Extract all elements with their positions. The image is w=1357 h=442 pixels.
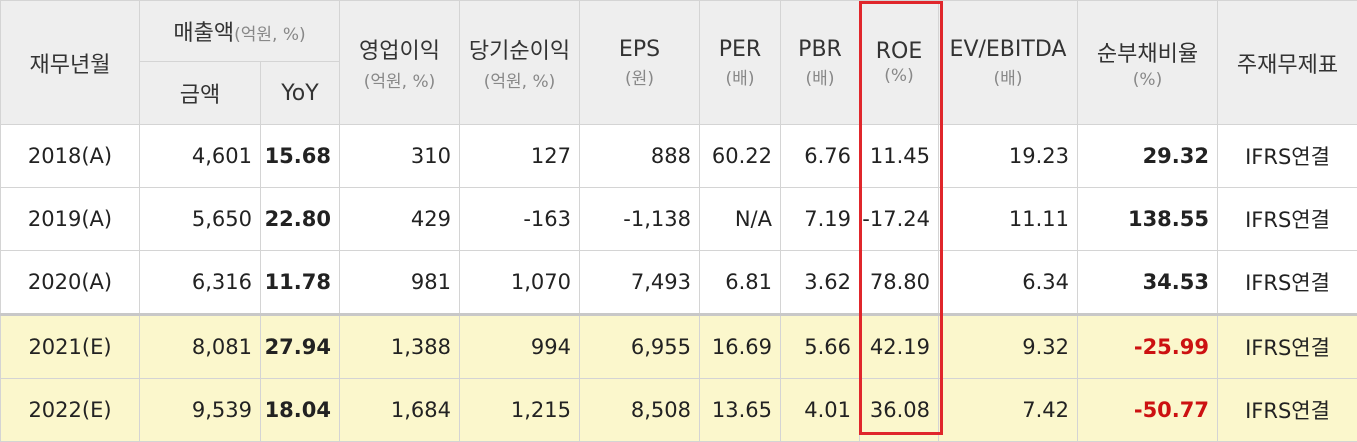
cell-year: 2018(A) xyxy=(1,125,140,188)
cell-year: 2021(E) xyxy=(1,315,140,379)
cell-pbr: 6.76 xyxy=(781,125,860,188)
header-pbr-unit: (배) xyxy=(781,64,859,89)
header-sales-unit: (억원, %) xyxy=(234,25,306,45)
financial-summary: 재무년월 매출액(억원, %) 영업이익(억원, %) 당기순이익(억원, %)… xyxy=(0,0,1357,433)
cell-operating-profit: 429 xyxy=(340,188,460,251)
cell-sales-amount: 8,081 xyxy=(140,315,261,379)
cell-net-profit: -163 xyxy=(460,188,580,251)
cell-statement: IFRS연결 xyxy=(1218,188,1357,251)
cell-net-profit: 127 xyxy=(460,125,580,188)
header-eps-unit: (원) xyxy=(580,64,699,89)
header-eps-label: EPS xyxy=(619,37,660,62)
cell-operating-profit: 1,388 xyxy=(340,315,460,379)
header-roe: ROE(%) xyxy=(860,1,939,125)
cell-sales-amount: 6,316 xyxy=(140,251,261,315)
header-per: PER(배) xyxy=(700,1,781,125)
cell-net-debt-ratio: -25.99 xyxy=(1078,315,1218,379)
cell-ev-ebitda: 19.23 xyxy=(939,125,1078,188)
cell-sales-yoy: 15.68 xyxy=(261,125,340,188)
header-ev-ebitda-label: EV/EBITDA xyxy=(950,37,1067,62)
cell-net-profit: 1,215 xyxy=(460,379,580,442)
cell-pbr: 7.19 xyxy=(781,188,860,251)
table-row-estimate: 2021(E) 8,081 27.94 1,388 994 6,955 16.6… xyxy=(1,315,1357,379)
header-operating-profit-label: 영업이익 xyxy=(359,39,440,64)
header-roe-label: ROE xyxy=(876,39,923,64)
header-operating-profit: 영업이익 (억원, %) xyxy=(340,1,460,125)
cell-net-profit: 1,070 xyxy=(460,251,580,315)
cell-sales-yoy: 27.94 xyxy=(261,315,340,379)
table-row: 2018(A) 4,601 15.68 310 127 888 60.22 6.… xyxy=(1,125,1357,188)
cell-roe: 42.19 xyxy=(860,315,939,379)
cell-per: 60.22 xyxy=(700,125,781,188)
header-net-profit-label: 당기순이익 xyxy=(469,39,570,64)
cell-year: 2020(A) xyxy=(1,251,140,315)
header-net-debt-ratio-unit: (%) xyxy=(1078,70,1217,90)
table-row: 2020(A) 6,316 11.78 981 1,070 7,493 6.81… xyxy=(1,251,1357,315)
cell-per: N/A xyxy=(700,188,781,251)
cell-net-debt-ratio: -50.77 xyxy=(1078,379,1218,442)
cell-operating-profit: 981 xyxy=(340,251,460,315)
cell-per: 16.69 xyxy=(700,315,781,379)
cell-sales-yoy: 22.80 xyxy=(261,188,340,251)
cell-operating-profit: 1,684 xyxy=(340,379,460,442)
cell-sales-yoy: 18.04 xyxy=(261,379,340,442)
cell-statement: IFRS연결 xyxy=(1218,379,1357,442)
header-per-unit: (배) xyxy=(700,64,780,89)
header-ev-ebitda-unit: (배) xyxy=(939,64,1077,89)
header-per-label: PER xyxy=(719,37,761,62)
header-sales-yoy: YoY xyxy=(261,62,340,125)
cell-net-debt-ratio: 29.32 xyxy=(1078,125,1218,188)
table-row-estimate: 2022(E) 9,539 18.04 1,684 1,215 8,508 13… xyxy=(1,379,1357,442)
header-ev-ebitda: EV/EBITDA(배) xyxy=(939,1,1078,125)
cell-operating-profit: 310 xyxy=(340,125,460,188)
header-eps: EPS(원) xyxy=(580,1,700,125)
cell-pbr: 4.01 xyxy=(781,379,860,442)
header-pbr: PBR(배) xyxy=(781,1,860,125)
cell-pbr: 5.66 xyxy=(781,315,860,379)
cell-roe: 36.08 xyxy=(860,379,939,442)
header-net-profit: 당기순이익 (억원, %) xyxy=(460,1,580,125)
cell-roe: -17.24 xyxy=(860,188,939,251)
cell-year: 2019(A) xyxy=(1,188,140,251)
cell-net-debt-ratio: 138.55 xyxy=(1078,188,1218,251)
cell-eps: 7,493 xyxy=(580,251,700,315)
cell-eps: 8,508 xyxy=(580,379,700,442)
header-sales-label: 매출액 xyxy=(173,21,234,46)
cell-net-debt-ratio: 34.53 xyxy=(1078,251,1218,315)
header-statement: 주재무제표 xyxy=(1218,1,1357,125)
header-net-debt-ratio-label: 순부채비율 xyxy=(1097,42,1198,67)
cell-sales-amount: 5,650 xyxy=(140,188,261,251)
header-sales-amount: 금액 xyxy=(140,62,261,125)
cell-per: 13.65 xyxy=(700,379,781,442)
header-net-debt-ratio: 순부채비율 (%) xyxy=(1078,1,1218,125)
cell-year: 2022(E) xyxy=(1,379,140,442)
header-sales: 매출액(억원, %) xyxy=(140,1,340,62)
table-row: 2019(A) 5,650 22.80 429 -163 -1,138 N/A … xyxy=(1,188,1357,251)
cell-pbr: 3.62 xyxy=(781,251,860,315)
cell-ev-ebitda: 9.32 xyxy=(939,315,1078,379)
header-net-profit-unit: (억원, %) xyxy=(460,67,579,92)
header-pbr-label: PBR xyxy=(798,37,842,62)
cell-statement: IFRS연결 xyxy=(1218,125,1357,188)
cell-sales-amount: 9,539 xyxy=(140,379,261,442)
cell-eps: 888 xyxy=(580,125,700,188)
header-roe-unit: (%) xyxy=(860,66,938,86)
cell-eps: -1,138 xyxy=(580,188,700,251)
cell-ev-ebitda: 6.34 xyxy=(939,251,1078,315)
cell-roe: 11.45 xyxy=(860,125,939,188)
cell-net-profit: 994 xyxy=(460,315,580,379)
cell-ev-ebitda: 11.11 xyxy=(939,188,1078,251)
header-fiscal: 재무년월 xyxy=(1,1,140,125)
cell-roe: 78.80 xyxy=(860,251,939,315)
cell-per: 6.81 xyxy=(700,251,781,315)
header-operating-profit-unit: (억원, %) xyxy=(340,67,459,92)
cell-statement: IFRS연결 xyxy=(1218,315,1357,379)
cell-statement: IFRS연결 xyxy=(1218,251,1357,315)
cell-sales-yoy: 11.78 xyxy=(261,251,340,315)
cell-sales-amount: 4,601 xyxy=(140,125,261,188)
financial-table: 재무년월 매출액(억원, %) 영업이익(억원, %) 당기순이익(억원, %)… xyxy=(0,0,1357,442)
cell-eps: 6,955 xyxy=(580,315,700,379)
cell-ev-ebitda: 7.42 xyxy=(939,379,1078,442)
